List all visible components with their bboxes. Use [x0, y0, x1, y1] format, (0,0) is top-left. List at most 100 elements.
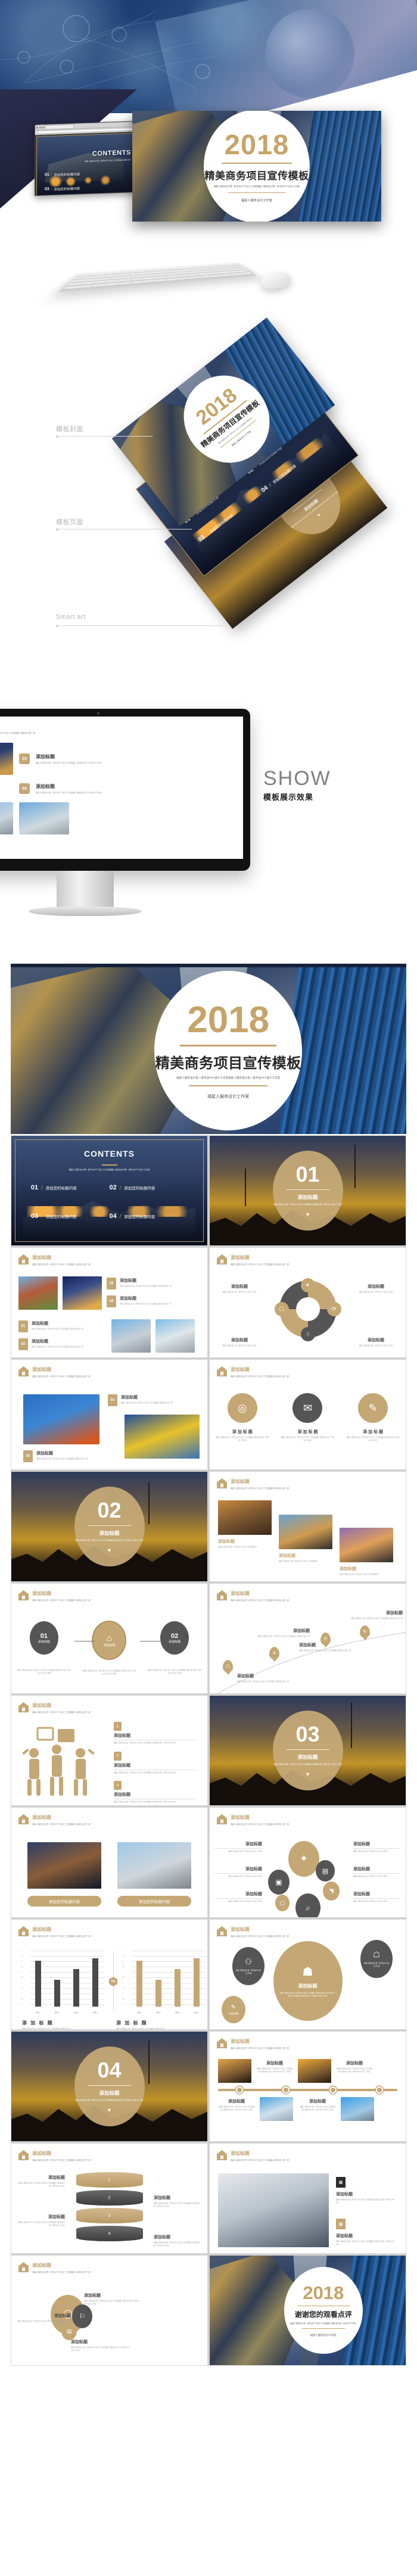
contents-item-number: 04: [109, 1212, 117, 1220]
grid-icon: ▦: [336, 2219, 346, 2229]
slash-separator: /: [51, 187, 52, 191]
window-dot-icon: [36, 126, 38, 129]
thumb-cylinders[interactable]: 添加标题 福星人服务设计是一家专业PPT设计工作室福星人服务设计是一家 1 2 …: [11, 2143, 208, 2254]
donut-label: 添加标题 福星人服务设计是一家专业PPT设计工作室: [216, 1337, 263, 1347]
meeting-item: ▦ 添加标题 福星人服务设计是一家专业PPT设计工作室福星人服务设计是一家专业P…: [336, 2177, 396, 2204]
thumb-section-03[interactable]: 03 添加标题 福星人服务设计是一家专业PPT设计工作室福星人服务设计是一家专业…: [209, 1695, 406, 1806]
thumb-people[interactable]: 添加标题 福星人服务设计是一家专业PPT设计工作室福星人服务设计是一家 1 添加…: [11, 1695, 208, 1806]
photo-thumbnail: [260, 2097, 293, 2121]
slide-title: 添加标题: [32, 2263, 51, 2268]
item-description: 福星人服务设计是一家专业PPT设计工作室福星人服务设计是一家专业PPT设计: [114, 1771, 176, 1774]
satellite-bubble: ✎ 添加标题: [222, 1996, 245, 2023]
item-title: 添加标题: [231, 1285, 248, 1289]
y-tick: 0: [122, 2003, 123, 2005]
list-item: 1 添加标题 福星人服务设计是一家专业PPT设计工作室福星人服务设计是一家专业P…: [114, 1722, 196, 1745]
thumb-timeline[interactable]: 添加标题 福星人服务设计是一家专业PPT设计工作室福星人服务设计是一家 添加标题…: [209, 2031, 406, 2142]
item-description: 福星人服务设计是一家专业PPT设计工作室福星人服务设计是一家专业PPT设计工作室: [84, 2300, 139, 2305]
thanks-description: 福星人服务设计是一家专业PPT设计工作室福星人服务设计是一家专业PPT设计: [290, 2322, 357, 2325]
y-tick: 3.5: [21, 1966, 23, 1968]
thumb-curve-pins[interactable]: 添加标题 福星人服务设计是一家专业PPT设计工作室福星人服务设计是一家 ☖ 添加…: [209, 1583, 406, 1694]
y-tick: 4: [122, 1960, 123, 1963]
thumb-bar-charts[interactable]: 添加标题 福星人服务设计是一家专业PPT设计工作室福星人服务设计是一家 5 4.…: [11, 1919, 208, 2030]
thumb-donut-chart[interactable]: 添加标题 福星人服务设计是一家专业PPT设计工作室福星人服务设计是一家 ✦ ⟳ …: [209, 1247, 406, 1358]
thumbnail-grid: CONTENTS 福星人服务设计是一家专业PPT设计工作室福星人服务设计是一家专…: [11, 1135, 406, 2366]
timeline-label: 添加标题 福星人服务设计是一家专业PPT设计工作室福星人服务设计是一家专业PPT…: [299, 2098, 336, 2111]
item-title: 添加标题: [214, 1841, 262, 1849]
slide-header: 添加标题 福星人服务设计是一家专业PPT设计工作室福星人服务设计是一家: [217, 2150, 289, 2161]
contents-item-number: 01: [30, 1183, 39, 1191]
thumb-stair-photos[interactable]: 添加标题 福星人服务设计是一家专业PPT设计工作室福星人服务设计是一家 添加标题…: [209, 1471, 406, 1582]
bar: [175, 1969, 181, 2007]
y-tick: 2: [122, 1982, 123, 1984]
down-arrow-icon: ▼: [305, 1211, 310, 1217]
thumb-thanks[interactable]: 2018 谢谢您的观看点评 福星人服务设计是一家专业PPT设计工作室福星人服务设…: [209, 2255, 406, 2366]
y-tick: 5: [122, 1949, 123, 1952]
thumb-contents[interactable]: CONTENTS 福星人服务设计是一家专业PPT设计工作室福星人服务设计是一家专…: [11, 1135, 208, 1246]
divider: [189, 1085, 268, 1086]
list-item: 2 添加标题 福星人服务设计是一家专业PPT设计工作室福星人服务设计是一家专业P…: [114, 1751, 196, 1774]
item-description: 福星人服务设计是一家专业PPT设计工作室: [228, 1850, 262, 1852]
item-description: 福星人服务设计是一家专业PPT设计工作室福星人服务设计是一家专业PPT设计: [346, 1436, 400, 1441]
thumb-photo-pair[interactable]: 添加标题 福星人服务设计是一家专业PPT设计工作室福星人服务设计是一家 02 添…: [11, 1359, 208, 1470]
item-title: 添加标题: [48, 2176, 65, 2180]
browser-tab[interactable]: [45, 124, 74, 129]
slide-header: 添加标题 福星人服务设计是一家专业PPT设计工作室福星人服务设计是一家: [217, 1814, 289, 1826]
step-number: 2: [108, 2195, 111, 2200]
thumb-section-02[interactable]: 02 添加标题 福星人服务设计是一家专业PPT设计工作室福星人服务设计是一家专业…: [11, 1471, 208, 1582]
step-number: 4: [108, 2231, 111, 2236]
meeting-photo: [218, 2173, 329, 2247]
home-icon: [18, 2150, 29, 2160]
tag-icon: ◥: [323, 1882, 340, 1901]
thumb-meeting[interactable]: 添加标题 福星人服务设计是一家专业PPT设计工作室福星人服务设计是一家 ▦ 添加…: [209, 2143, 406, 2254]
bubble-label: 添加标题 福星人服务设计是一家专业PPT设计工作室: [214, 1841, 262, 1853]
slash-separator: /: [268, 482, 273, 488]
slide-row: [0, 802, 234, 834]
slide-subtitle: 福星人服务设计是一家专业PPT设计工作室福星人服务设计是一家: [32, 1823, 91, 1826]
slide-title: 添加标题: [231, 2039, 250, 2044]
thumb-three-icons[interactable]: 添加标题 福星人服务设计是一家专业PPT设计工作室福星人服务设计是一家 ◎ 添 …: [209, 1359, 406, 1470]
section-title: 添加标题: [297, 1194, 318, 1201]
home-icon: [18, 1366, 29, 1376]
thumb-two-photo-buttons[interactable]: 添加标题 福星人服务设计是一家专业PPT设计工作室福星人服务设计是一家 添加您的…: [11, 1807, 208, 1918]
thumb-photo-list[interactable]: 添加标题 福星人服务设计是一家专业PPT设计工作室福星人服务设计是一家 03 添…: [11, 1247, 208, 1358]
divider: [101, 1164, 117, 1166]
thumb-section-01[interactable]: 01 添加标题 福星人服务设计是一家专业PPT设计工作室福星人服务设计是一家专业…: [209, 1135, 406, 1246]
thumb-process[interactable]: 添加标题 福星人服务设计是一家专业PPT设计工作室福星人服务设计是一家 01 添…: [11, 1583, 208, 1694]
slide-subtitle: 福星人服务设计是一家专业PPT设计工作室福星人服务设计是一家: [32, 2159, 91, 2161]
caption: 添加标题 福星人服务设计是一家专业PPT设计工作室福星人: [218, 1538, 274, 1549]
photo-thumbnail: [279, 1515, 332, 1549]
person-icon: ☖: [274, 1302, 289, 1317]
item-title: 添加标题: [336, 2192, 353, 2197]
item-description: 福星人服务设计是一家专业PPT设计工作室福星人服务设计是一家专业PPT设计工作室: [71, 2346, 130, 2351]
photo-thumbnail: [0, 743, 13, 775]
donut-chart: ✦ ⟳ ☖ ☝: [274, 1278, 341, 1342]
contents-list: 01 / 添加您的标题内容 02 / 添加您的标题内容 03 / 添加您的标题内…: [31, 1184, 188, 1220]
pin-icon: ☖: [223, 1660, 233, 1672]
item-title: 添加标题: [309, 2100, 326, 2104]
photo-caption-button[interactable]: 添加您的标题内容: [117, 1896, 191, 1907]
slide-title: 添加标题: [32, 2151, 51, 2156]
show-block: SHOW 模板展示效果: [263, 768, 365, 802]
y-tick: 4.5: [21, 1955, 23, 1957]
satellite-description: 福星人服务设计是一家专业PPT设计工作室: [364, 1962, 389, 1967]
divider: [286, 1189, 329, 1191]
bubble-label: 添加标题 福星人服务设计是一家专业PPT设计工作室: [353, 1891, 401, 1903]
section-description: 福星人服务设计是一家专业PPT设计工作室福星人服务设计是一家专业PPT设计工作室: [273, 1203, 342, 1206]
thumb-section-04[interactable]: 04 添加标题 福星人服务设计是一家专业PPT设计工作室福星人服务设计是一家专业…: [11, 2031, 208, 2142]
donut-label: 添加标题 福星人服务设计是一家专业PPT设计工作室: [216, 1284, 263, 1294]
photo-caption-button[interactable]: 添加您的标题内容: [27, 1896, 101, 1907]
thumb-brain-bubbles[interactable]: 添加标题 福星人服务设计是一家专业PPT设计工作室福星人服务设计是一家 ☗ 添加…: [209, 1919, 406, 2030]
thumb-bubble-cluster[interactable]: 添加标题 福星人服务设计是一家专业PPT设计工作室福星人服务设计是一家 ✦ ▤ …: [209, 1807, 406, 1918]
photo-thumbnail: [155, 1319, 195, 1353]
slide-header: 添加标题 福星人服务设计是一家专业PPT设计工作室福星人服务设计是一家: [18, 2150, 91, 2161]
section-description: 福星人服务设计是一家专业PPT设计工作室福星人服务设计是一家专业PPT设计工作室: [75, 2099, 144, 2102]
thumb-team-bubbles[interactable]: 添加标题 福星人服务设计是一家专业PPT设计工作室福星人服务设计是一家 ⚇ ⚐ …: [11, 2255, 208, 2366]
home-icon: ⌂: [106, 1633, 113, 1643]
item-description: 福星人服务设计是一家专业PPT设计工作室福星人服务设计是一家: [120, 1285, 172, 1287]
item-title: 添加标题: [340, 1567, 356, 1571]
photo-thumbnail: [18, 1276, 58, 1310]
node-description: 福星人服务设计是一家专业PPT设计工作室福星人服务设计是一家专业PPT设计工作室: [82, 1669, 136, 1675]
slide-title: 添加标题: [32, 1815, 51, 1820]
item-description: 福星人服务设计是一家专业PPT设计工作室福星人: [218, 1546, 257, 1548]
pin-label: 添加标题 福星人服务设计是一家专业PPT设计工作室福星人服务设计是一家: [299, 1642, 356, 1652]
